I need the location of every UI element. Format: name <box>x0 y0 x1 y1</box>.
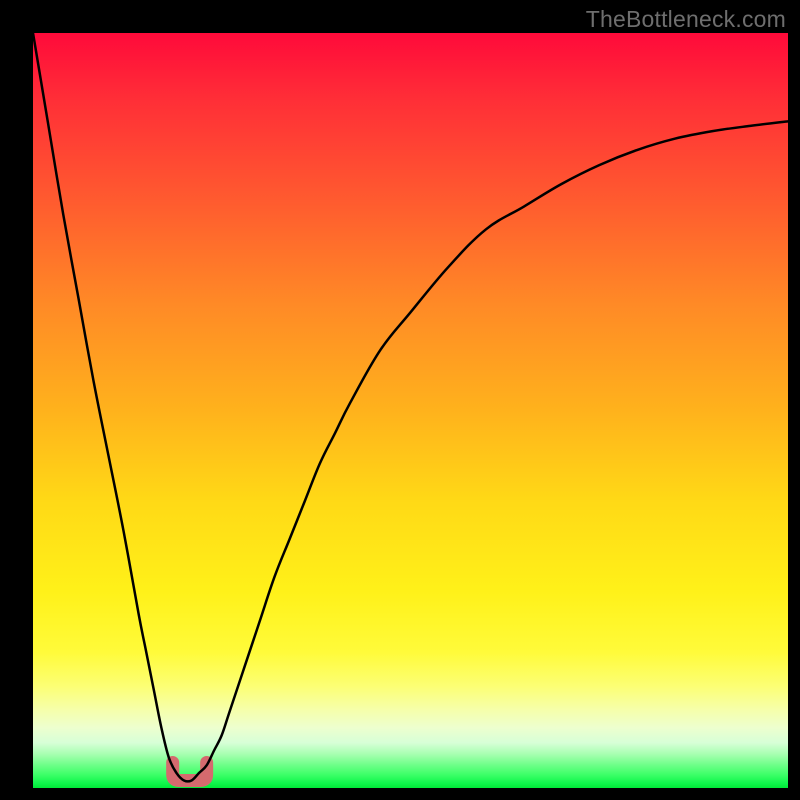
chart-svg <box>33 33 788 788</box>
chart-frame: TheBottleneck.com <box>0 0 800 800</box>
watermark-text: TheBottleneck.com <box>586 6 786 33</box>
bottleneck-curve <box>33 33 788 781</box>
plot-area <box>33 33 788 788</box>
